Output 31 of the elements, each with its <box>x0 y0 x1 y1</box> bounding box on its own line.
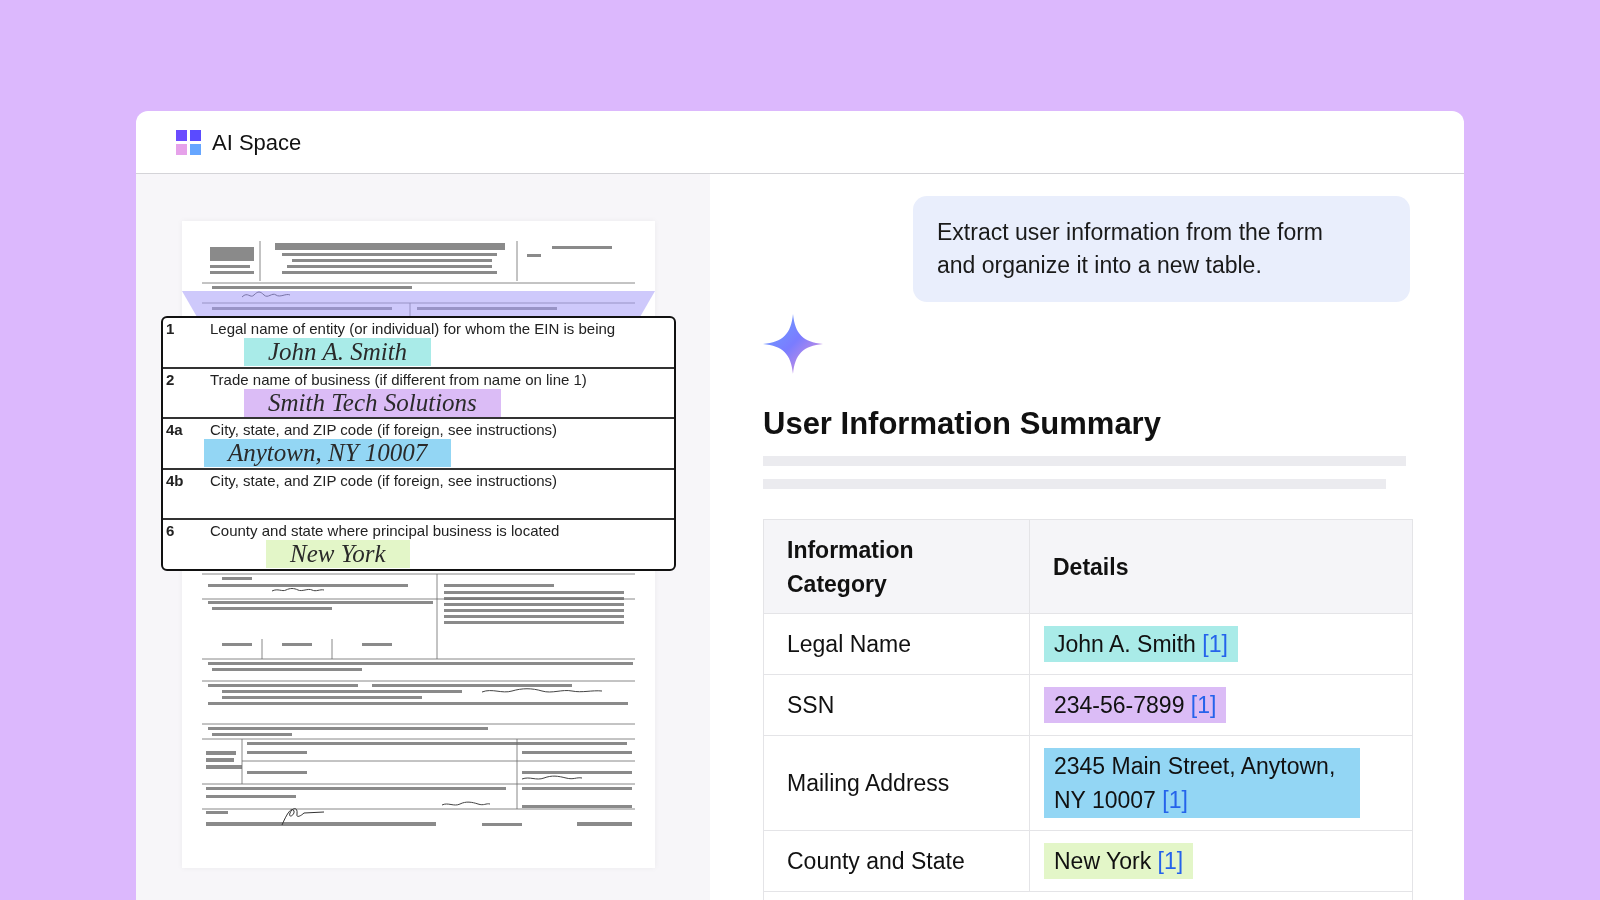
highlighted-entry: New York <box>266 540 410 569</box>
prompt-bubble: Extract user information from the form and organize it into a new table. <box>913 196 1410 302</box>
line-number: 4a <box>166 421 184 440</box>
table-cell: SSN <box>764 675 1030 735</box>
line-number: 1 <box>166 320 176 338</box>
line-number: 4b <box>166 471 185 490</box>
app-name: AI Space <box>212 128 302 157</box>
highlighted-value: 2345 Main Street, Anytown, NY 10007 [1] <box>1044 748 1360 818</box>
line-number: 2 <box>166 370 176 389</box>
table-cell: Legal Name <box>764 614 1030 674</box>
citation-link[interactable]: [1] <box>1157 848 1184 874</box>
citation-link[interactable]: [1] <box>1162 787 1188 813</box>
field-label: City, state, and ZIP code (if foreign, see instructions) <box>210 471 558 490</box>
field-label: Trade name of business (if different from name on line 1) <box>210 370 587 389</box>
column-header: Details <box>1052 552 1130 582</box>
table-cell: Mailing Address <box>764 736 1030 830</box>
answer-title: User Information Summary <box>763 405 1162 443</box>
highlighted-entry: Smith Tech Solutions <box>244 388 501 417</box>
highlighted-value: 234-56-7899 [1] <box>1044 687 1227 723</box>
citation-link[interactable]: [1] <box>1202 631 1228 657</box>
highlighted-entry: John A. Smith <box>244 338 432 366</box>
highlighted-entry: Anytown, NY 10007 <box>204 439 452 468</box>
field-label: County and state where principal business is located <box>210 522 560 541</box>
line-number: 6 <box>166 522 176 541</box>
table-cell: County and State <box>764 831 1030 891</box>
column-header: Information Category <box>764 520 1030 613</box>
highlighted-value: John A. Smith [1] <box>1044 626 1238 662</box>
field-label: City, state, and ZIP code (if foreign, see instructions) <box>210 421 558 440</box>
citation-link[interactable]: [1] <box>1190 692 1217 718</box>
highlighted-value: New York [1] <box>1044 843 1194 879</box>
field-label: Legal name of entity (or individual) for whom the EIN is being <box>210 320 616 338</box>
